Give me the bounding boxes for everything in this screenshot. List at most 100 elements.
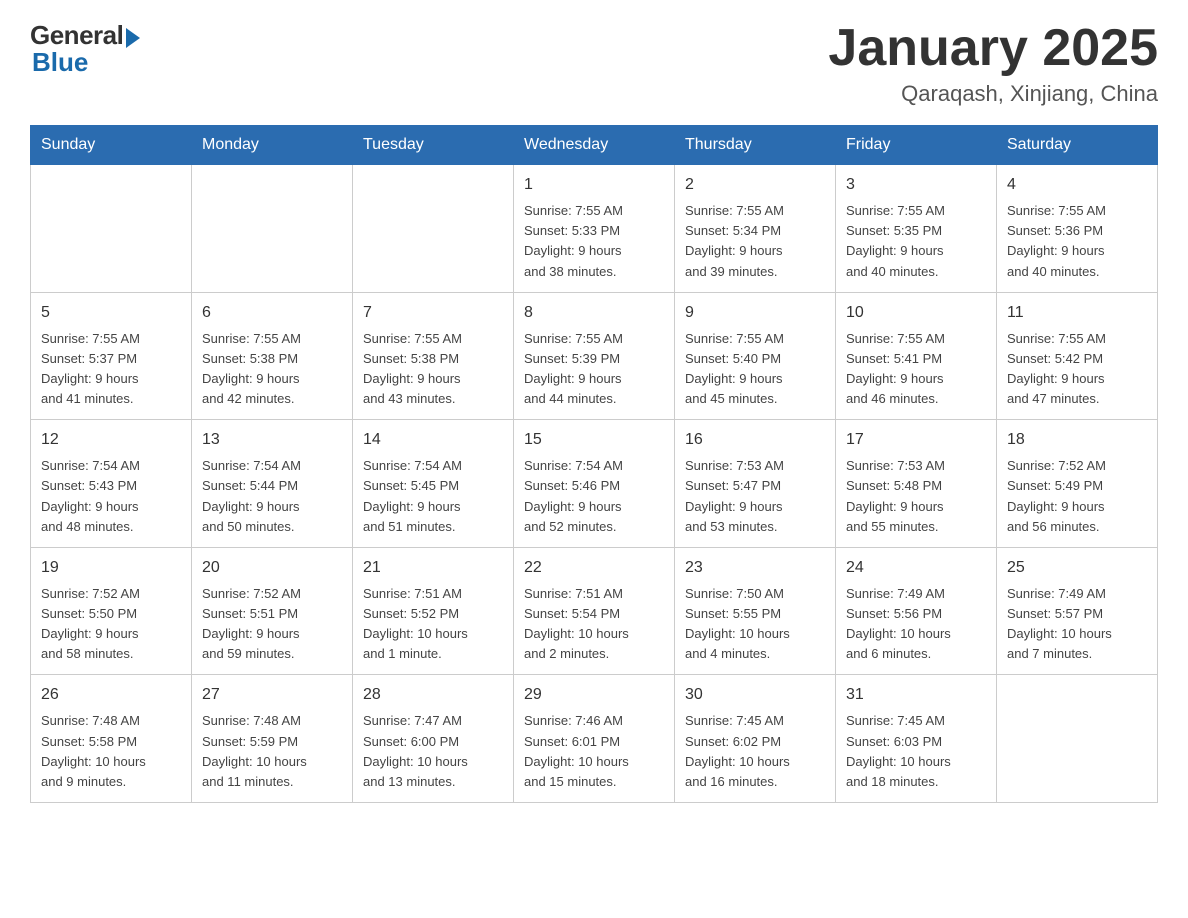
day-number: 28	[363, 683, 503, 707]
calendar-cell: 17 Sunrise: 7:53 AM Sunset: 5:48 PM Dayli…	[836, 420, 997, 548]
day-number: 21	[363, 556, 503, 580]
day-info: Sunrise: 7:55 AM Sunset: 5:34 PM Dayligh…	[685, 201, 825, 282]
day-number: 9	[685, 301, 825, 325]
day-info: Sunrise: 7:55 AM Sunset: 5:37 PM Dayligh…	[41, 329, 181, 410]
calendar-cell	[353, 165, 514, 293]
day-info: Sunrise: 7:49 AM Sunset: 5:57 PM Dayligh…	[1007, 584, 1147, 665]
day-info: Sunrise: 7:52 AM Sunset: 5:51 PM Dayligh…	[202, 584, 342, 665]
calendar-cell: 18 Sunrise: 7:52 AM Sunset: 5:49 PM Dayli…	[997, 420, 1158, 548]
calendar-week-row: 1 Sunrise: 7:55 AM Sunset: 5:33 PM Daylig…	[31, 165, 1158, 293]
title-block: January 2025 Qaraqash, Xinjiang, China	[828, 20, 1158, 107]
day-number: 13	[202, 428, 342, 452]
day-number: 2	[685, 173, 825, 197]
day-info: Sunrise: 7:52 AM Sunset: 5:49 PM Dayligh…	[1007, 456, 1147, 537]
calendar-cell: 7 Sunrise: 7:55 AM Sunset: 5:38 PM Daylig…	[353, 292, 514, 420]
day-number: 17	[846, 428, 986, 452]
day-info: Sunrise: 7:49 AM Sunset: 5:56 PM Dayligh…	[846, 584, 986, 665]
calendar-cell: 1 Sunrise: 7:55 AM Sunset: 5:33 PM Daylig…	[514, 165, 675, 293]
calendar-cell: 14 Sunrise: 7:54 AM Sunset: 5:45 PM Dayli…	[353, 420, 514, 548]
calendar-cell: 23 Sunrise: 7:50 AM Sunset: 5:55 PM Dayli…	[675, 547, 836, 675]
calendar-week-row: 12Sunrise: 7:54 AM Sunset: 5:43 PM Dayli…	[31, 420, 1158, 548]
day-number: 19	[41, 556, 181, 580]
calendar-cell: 13 Sunrise: 7:54 AM Sunset: 5:44 PM Dayli…	[192, 420, 353, 548]
calendar-week-row: 19 Sunrise: 7:52 AM Sunset: 5:50 PM Dayli…	[31, 547, 1158, 675]
calendar-table: SundayMondayTuesdayWednesdayThursdayFrid…	[30, 125, 1158, 803]
calendar-cell: 8Sunrise: 7:55 AM Sunset: 5:39 PM Daylig…	[514, 292, 675, 420]
day-number: 4	[1007, 173, 1147, 197]
day-number: 18	[1007, 428, 1147, 452]
day-info: Sunrise: 7:53 AM Sunset: 5:47 PM Dayligh…	[685, 456, 825, 537]
calendar-cell: 11 Sunrise: 7:55 AM Sunset: 5:42 PM Dayli…	[997, 292, 1158, 420]
calendar-cell: 16 Sunrise: 7:53 AM Sunset: 5:47 PM Dayli…	[675, 420, 836, 548]
day-info: Sunrise: 7:55 AM Sunset: 5:36 PM Dayligh…	[1007, 201, 1147, 282]
calendar-location: Qaraqash, Xinjiang, China	[828, 81, 1158, 107]
calendar-cell: 6Sunrise: 7:55 AM Sunset: 5:38 PM Daylig…	[192, 292, 353, 420]
calendar-cell	[192, 165, 353, 293]
day-number: 20	[202, 556, 342, 580]
calendar-cell: 30Sunrise: 7:45 AM Sunset: 6:02 PM Dayli…	[675, 675, 836, 803]
day-info: Sunrise: 7:45 AM Sunset: 6:03 PM Dayligh…	[846, 711, 986, 792]
day-number: 12	[41, 428, 181, 452]
day-info: Sunrise: 7:47 AM Sunset: 6:00 PM Dayligh…	[363, 711, 503, 792]
weekday-header: Friday	[836, 126, 997, 165]
day-number: 3	[846, 173, 986, 197]
day-info: Sunrise: 7:55 AM Sunset: 5:33 PM Dayligh…	[524, 201, 664, 282]
day-number: 24	[846, 556, 986, 580]
day-info: Sunrise: 7:55 AM Sunset: 5:42 PM Dayligh…	[1007, 329, 1147, 410]
day-number: 7	[363, 301, 503, 325]
day-number: 15	[524, 428, 664, 452]
calendar-title: January 2025	[828, 20, 1158, 77]
weekday-header: Monday	[192, 126, 353, 165]
day-number: 14	[363, 428, 503, 452]
day-info: Sunrise: 7:54 AM Sunset: 5:45 PM Dayligh…	[363, 456, 503, 537]
weekday-header: Wednesday	[514, 126, 675, 165]
calendar-cell: 5 Sunrise: 7:55 AM Sunset: 5:37 PM Daylig…	[31, 292, 192, 420]
day-number: 8	[524, 301, 664, 325]
day-number: 16	[685, 428, 825, 452]
day-number: 22	[524, 556, 664, 580]
calendar-cell: 21 Sunrise: 7:51 AM Sunset: 5:52 PM Dayli…	[353, 547, 514, 675]
day-info: Sunrise: 7:55 AM Sunset: 5:38 PM Dayligh…	[363, 329, 503, 410]
calendar-week-row: 26 Sunrise: 7:48 AM Sunset: 5:58 PM Dayli…	[31, 675, 1158, 803]
day-info: Sunrise: 7:55 AM Sunset: 5:40 PM Dayligh…	[685, 329, 825, 410]
calendar-cell: 28 Sunrise: 7:47 AM Sunset: 6:00 PM Dayli…	[353, 675, 514, 803]
day-number: 11	[1007, 301, 1147, 325]
logo: General Blue	[30, 20, 140, 78]
weekday-header: Sunday	[31, 126, 192, 165]
day-number: 25	[1007, 556, 1147, 580]
calendar-cell	[31, 165, 192, 293]
day-number: 5	[41, 301, 181, 325]
day-info: Sunrise: 7:54 AM Sunset: 5:44 PM Dayligh…	[202, 456, 342, 537]
day-info: Sunrise: 7:45 AM Sunset: 6:02 PM Dayligh…	[685, 711, 825, 792]
day-info: Sunrise: 7:55 AM Sunset: 5:35 PM Dayligh…	[846, 201, 986, 282]
calendar-cell: 20 Sunrise: 7:52 AM Sunset: 5:51 PM Dayli…	[192, 547, 353, 675]
calendar-cell: 22Sunrise: 7:51 AM Sunset: 5:54 PM Dayli…	[514, 547, 675, 675]
calendar-cell: 12Sunrise: 7:54 AM Sunset: 5:43 PM Dayli…	[31, 420, 192, 548]
day-info: Sunrise: 7:51 AM Sunset: 5:52 PM Dayligh…	[363, 584, 503, 665]
calendar-cell: 4 Sunrise: 7:55 AM Sunset: 5:36 PM Daylig…	[997, 165, 1158, 293]
day-number: 10	[846, 301, 986, 325]
calendar-cell: 29Sunrise: 7:46 AM Sunset: 6:01 PM Dayli…	[514, 675, 675, 803]
day-number: 26	[41, 683, 181, 707]
weekday-header: Saturday	[997, 126, 1158, 165]
calendar-cell: 2 Sunrise: 7:55 AM Sunset: 5:34 PM Daylig…	[675, 165, 836, 293]
day-info: Sunrise: 7:50 AM Sunset: 5:55 PM Dayligh…	[685, 584, 825, 665]
calendar-cell: 25 Sunrise: 7:49 AM Sunset: 5:57 PM Dayli…	[997, 547, 1158, 675]
calendar-cell: 24 Sunrise: 7:49 AM Sunset: 5:56 PM Dayli…	[836, 547, 997, 675]
calendar-cell: 9 Sunrise: 7:55 AM Sunset: 5:40 PM Daylig…	[675, 292, 836, 420]
calendar-week-row: 5 Sunrise: 7:55 AM Sunset: 5:37 PM Daylig…	[31, 292, 1158, 420]
logo-triangle-icon	[126, 28, 140, 48]
day-info: Sunrise: 7:52 AM Sunset: 5:50 PM Dayligh…	[41, 584, 181, 665]
logo-blue-text: Blue	[32, 47, 88, 78]
day-info: Sunrise: 7:48 AM Sunset: 5:58 PM Dayligh…	[41, 711, 181, 792]
day-number: 23	[685, 556, 825, 580]
day-info: Sunrise: 7:53 AM Sunset: 5:48 PM Dayligh…	[846, 456, 986, 537]
day-info: Sunrise: 7:54 AM Sunset: 5:46 PM Dayligh…	[524, 456, 664, 537]
calendar-cell: 27Sunrise: 7:48 AM Sunset: 5:59 PM Dayli…	[192, 675, 353, 803]
calendar-cell: 26 Sunrise: 7:48 AM Sunset: 5:58 PM Dayli…	[31, 675, 192, 803]
day-number: 1	[524, 173, 664, 197]
calendar-cell	[997, 675, 1158, 803]
day-number: 27	[202, 683, 342, 707]
page-header: General Blue January 2025 Qaraqash, Xinj…	[30, 20, 1158, 107]
weekday-header-row: SundayMondayTuesdayWednesdayThursdayFrid…	[31, 126, 1158, 165]
